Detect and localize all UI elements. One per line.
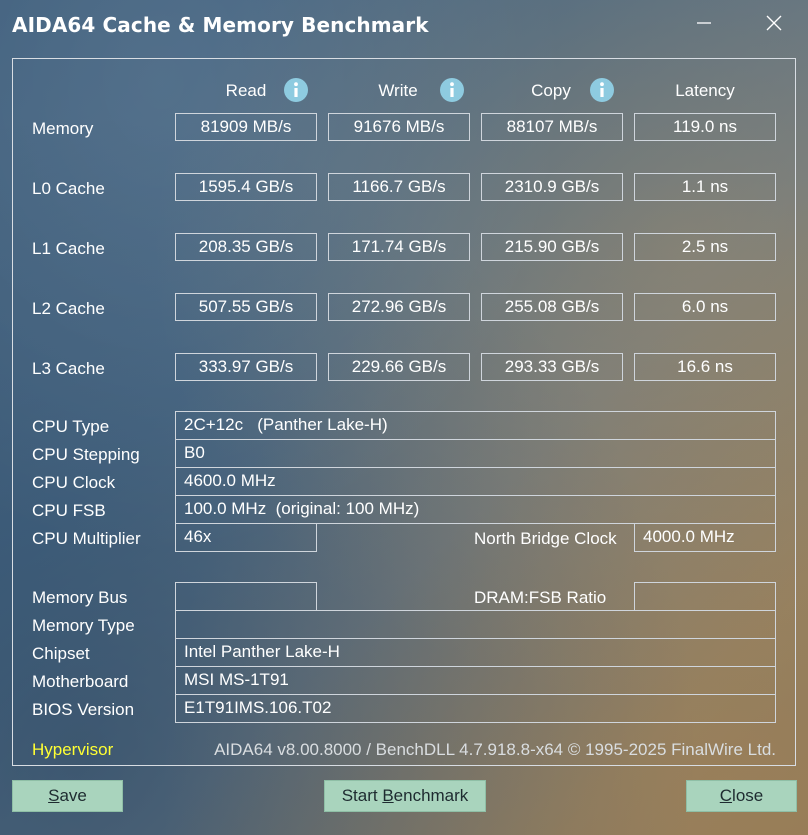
- save-button[interactable]: Save: [12, 780, 123, 812]
- close-label: lose: [732, 786, 764, 805]
- chipset-label: Chipset: [32, 644, 90, 663]
- cpu-type-label: CPU Type: [32, 417, 110, 436]
- motherboard-value: MSI MS-1T91: [175, 666, 776, 695]
- memory-bus-value: [175, 582, 317, 611]
- l2-read-value: 507.55 GB/s: [175, 293, 317, 321]
- north-bridge-clock-label: North Bridge Clock: [474, 529, 617, 548]
- minimize-icon: [697, 22, 711, 24]
- cpu-fsb-value: 100.0 MHz (original: 100 MHz): [175, 495, 776, 524]
- column-header-copy: Copy: [531, 81, 571, 100]
- l1-latency-value: 2.5 ns: [634, 233, 776, 261]
- row-label-l0-cache: L0 Cache: [32, 179, 105, 198]
- start-benchmark-button[interactable]: Start Benchmark: [324, 780, 486, 812]
- l2-latency-value: 6.0 ns: [634, 293, 776, 321]
- row-label-l3-cache: L3 Cache: [32, 359, 105, 378]
- memory-type-label: Memory Type: [32, 616, 135, 635]
- chipset-value: Intel Panther Lake-H: [175, 638, 776, 667]
- cpu-multiplier-label: CPU Multiplier: [32, 529, 141, 548]
- row-label-l1-cache: L1 Cache: [32, 239, 105, 258]
- column-header-latency: Latency: [675, 81, 735, 100]
- memory-bus-label: Memory Bus: [32, 588, 128, 607]
- cpu-fsb-label: CPU FSB: [32, 501, 106, 520]
- l1-read-value: 208.35 GB/s: [175, 233, 317, 261]
- column-header-read: Read: [225, 81, 267, 100]
- close-button[interactable]: Close: [686, 780, 797, 812]
- info-icon[interactable]: [440, 78, 464, 102]
- motherboard-label: Motherboard: [32, 672, 129, 691]
- start-label: enchmark: [393, 786, 469, 805]
- memory-read-value: 81909 MB/s: [175, 113, 317, 141]
- memory-latency-value: 119.0 ns: [634, 113, 776, 141]
- l0-latency-value: 1.1 ns: [634, 173, 776, 201]
- cpu-type-value: 2C+12c (Panther Lake-H): [175, 411, 776, 440]
- info-icon[interactable]: [590, 78, 614, 102]
- dram-fsb-ratio-value: [634, 582, 776, 611]
- close-window-button[interactable]: [752, 6, 796, 40]
- start-mnemonic: B: [382, 786, 394, 805]
- l3-copy-value: 293.33 GB/s: [481, 353, 623, 381]
- window-title: AIDA64 Cache & Memory Benchmark: [12, 13, 429, 37]
- title-bar: AIDA64 Cache & Memory Benchmark: [0, 0, 808, 52]
- north-bridge-clock-value: 4000.0 MHz: [634, 523, 776, 552]
- l2-copy-value: 255.08 GB/s: [481, 293, 623, 321]
- cpu-clock-label: CPU Clock: [32, 473, 116, 492]
- l0-read-value: 1595.4 GB/s: [175, 173, 317, 201]
- memory-copy-value: 88107 MB/s: [481, 113, 623, 141]
- l3-latency-value: 16.6 ns: [634, 353, 776, 381]
- save-mnemonic: S: [48, 786, 60, 805]
- row-label-l2-cache: L2 Cache: [32, 299, 105, 318]
- close-mnemonic: C: [719, 786, 733, 805]
- l1-copy-value: 215.90 GB/s: [481, 233, 623, 261]
- cpu-clock-value: 4600.0 MHz: [175, 467, 776, 496]
- hypervisor-link[interactable]: Hypervisor: [32, 740, 113, 760]
- l0-write-value: 1166.7 GB/s: [328, 173, 470, 201]
- memory-type-value: [175, 610, 776, 639]
- row-label-memory: Memory: [32, 119, 94, 138]
- l0-copy-value: 2310.9 GB/s: [481, 173, 623, 201]
- column-header-write: Write: [378, 81, 418, 100]
- info-icon[interactable]: [284, 78, 308, 102]
- dram-fsb-ratio-label: DRAM:FSB Ratio: [474, 588, 607, 607]
- l2-write-value: 272.96 GB/s: [328, 293, 470, 321]
- close-icon: [766, 15, 782, 31]
- minimize-button[interactable]: [682, 6, 726, 40]
- l3-read-value: 333.97 GB/s: [175, 353, 317, 381]
- version-text: AIDA64 v8.00.8000 / BenchDLL 4.7.918.8-x…: [214, 740, 776, 759]
- save-label: ave: [59, 786, 87, 805]
- bios-version-value: E1T91IMS.106.T02: [175, 694, 776, 723]
- memory-write-value: 91676 MB/s: [328, 113, 470, 141]
- l1-write-value: 171.74 GB/s: [328, 233, 470, 261]
- cpu-multiplier-value: 46x: [175, 523, 317, 552]
- cpu-stepping-label: CPU Stepping: [32, 445, 140, 464]
- cpu-stepping-value: B0: [175, 439, 776, 468]
- start-label-prefix: Start: [341, 786, 383, 805]
- l3-write-value: 229.66 GB/s: [328, 353, 470, 381]
- bios-version-label: BIOS Version: [32, 700, 135, 719]
